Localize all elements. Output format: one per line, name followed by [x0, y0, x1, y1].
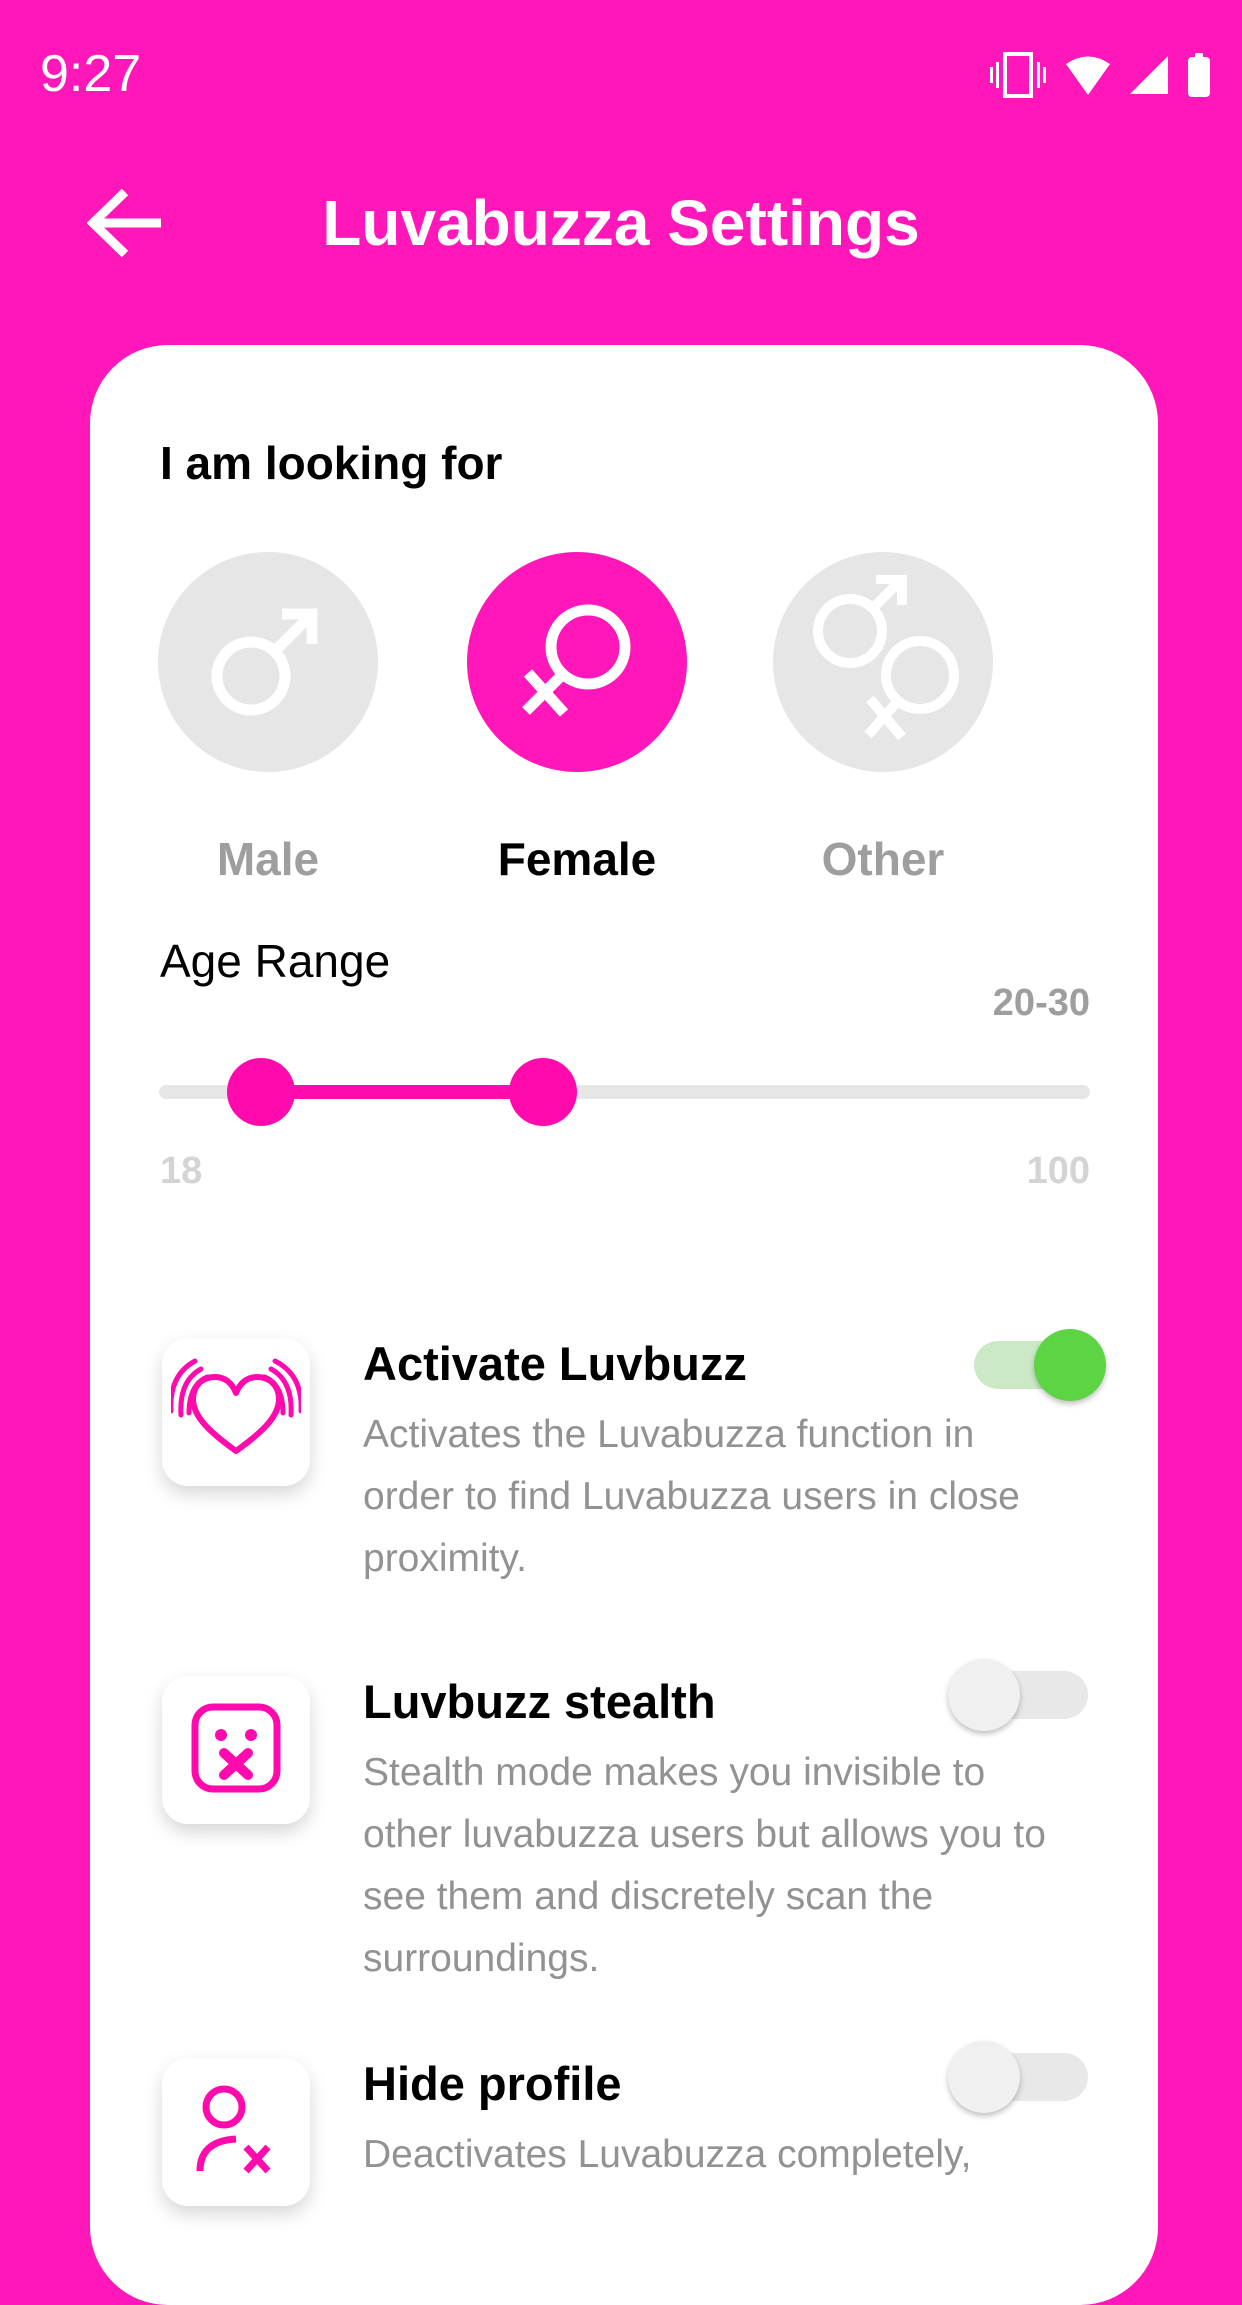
gender-label: Male [216, 833, 320, 885]
setting-description: Stealth mode makes you invisible to othe… [363, 1751, 1046, 1980]
gender-label: Female [497, 833, 657, 885]
icon-card [162, 2058, 310, 2206]
setting-title: Luvbuzz stealth [363, 1675, 716, 1728]
gender-option-other[interactable]: Other [773, 552, 993, 886]
toggle-thumb [1034, 1329, 1106, 1401]
toggle-thumb [948, 2041, 1020, 2113]
status-icons [990, 52, 1210, 98]
status-time: 9:27 [40, 45, 142, 103]
gender-circle[interactable] [467, 552, 687, 772]
luvbuzz-stealth-toggle[interactable] [948, 1657, 1088, 1733]
male-female-symbol-icon [798, 573, 968, 750]
age-range-value: 20-30 [992, 982, 1090, 1024]
gender-option-female[interactable]: Female [467, 552, 687, 886]
gender-circle[interactable] [773, 552, 993, 772]
vibrate-icon [990, 52, 1046, 98]
activate-luvbuzz-toggle[interactable] [962, 1327, 1106, 1403]
user-remove-icon [196, 2085, 276, 2180]
gender-option-male[interactable]: Male [158, 552, 378, 886]
gender-label: Other [821, 833, 945, 885]
toggle-thumb [948, 1659, 1020, 1731]
female-symbol-icon [512, 595, 642, 730]
icon-card [162, 1338, 310, 1486]
page-title: Luvabuzza Settings [322, 187, 920, 259]
hide-profile-toggle[interactable] [948, 2039, 1088, 2115]
wifi-icon [1066, 55, 1110, 95]
battery-icon [1188, 53, 1210, 97]
slider-fill [260, 1085, 544, 1099]
male-symbol-icon [208, 600, 328, 725]
slider-thumb-max[interactable] [509, 1058, 578, 1126]
setting-description: Deactivates Luvabuzza completely, [363, 2133, 972, 2176]
setting-title: Activate Luvbuzz [363, 1337, 747, 1390]
age-min-label: 18 [160, 1150, 203, 1192]
age-max-label: 100 [1026, 1150, 1090, 1192]
age-range-slider[interactable] [159, 1058, 1090, 1126]
slider-thumb-min[interactable] [226, 1058, 295, 1126]
gender-circle[interactable] [158, 552, 378, 772]
setting-title: Hide profile [363, 2057, 622, 2110]
setting-description: Activates the Luvabuzza function in orde… [363, 1413, 1020, 1580]
cellular-signal-icon [1130, 56, 1168, 94]
heart-vibrate-icon [168, 1355, 304, 1470]
silent-face-icon [191, 1703, 281, 1798]
icon-card [162, 1676, 310, 1824]
looking-for-label: I am looking for [160, 437, 503, 489]
age-range-label: Age Range [160, 935, 391, 987]
